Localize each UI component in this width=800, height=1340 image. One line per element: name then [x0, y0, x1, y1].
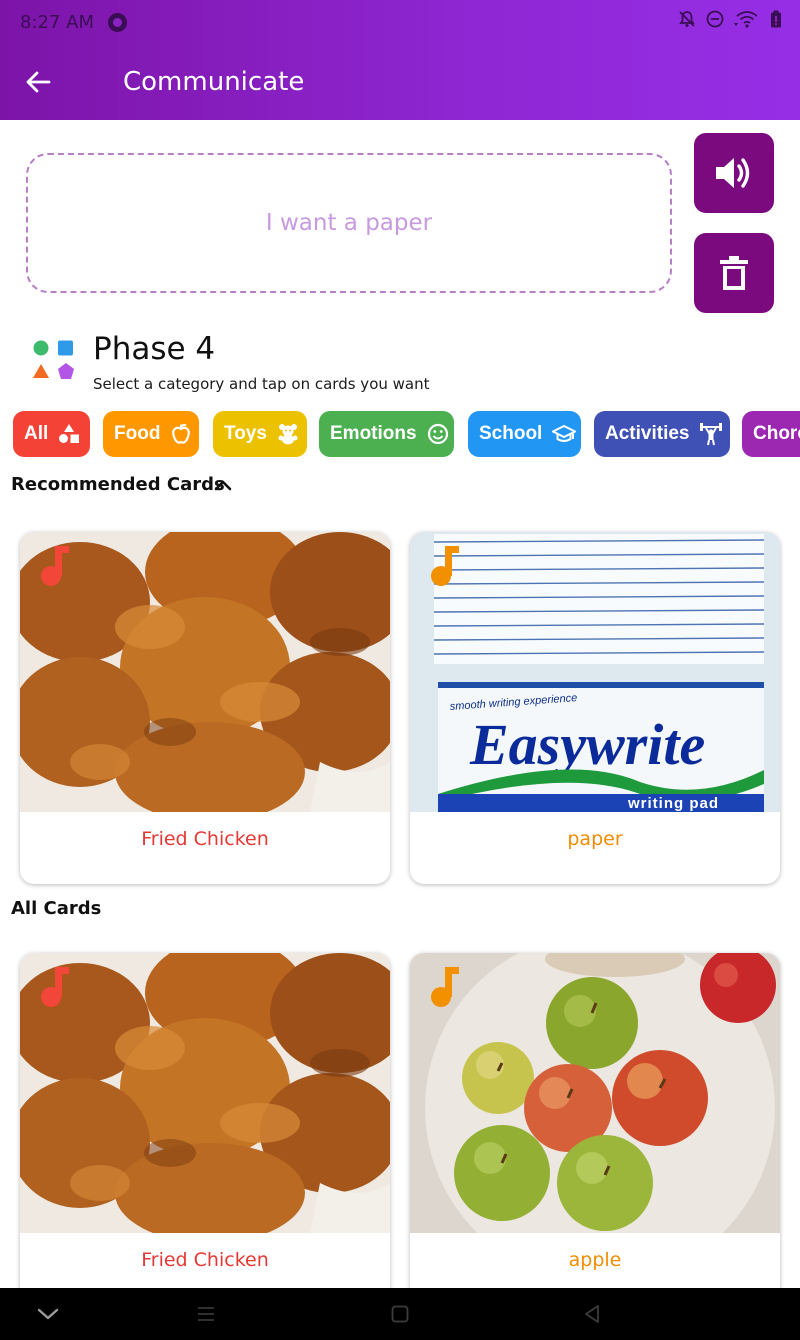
category-chips: All Food Toys Emotions School Activities… — [0, 411, 800, 459]
card-label: apple — [568, 1249, 622, 1271]
category-chip-emotions[interactable]: Emotions — [319, 411, 454, 457]
triangle-back-icon — [585, 1305, 599, 1323]
card-paper[interactable]: smooth writing experience Easywrite writ… — [410, 532, 780, 884]
phase-title: Phase 4 — [93, 331, 216, 367]
music-note-icon — [431, 546, 459, 586]
all-cards-section-title: All Cards — [11, 898, 102, 919]
chip-label: Toys — [224, 423, 267, 444]
card-label: Fried Chicken — [141, 1249, 269, 1271]
speak-button[interactable] — [694, 133, 774, 213]
wifi-icon — [734, 11, 758, 28]
page-title: Communicate — [123, 67, 305, 97]
speaker-icon — [716, 158, 750, 188]
chip-label: Emotions — [330, 423, 417, 444]
category-chip-school[interactable]: School — [468, 411, 581, 457]
menu-lines-icon — [198, 1307, 214, 1321]
shapes-logo-icon — [33, 340, 74, 379]
smiley-icon — [427, 423, 448, 445]
card-label: Fried Chicken — [141, 828, 269, 850]
teddy-bear-icon — [278, 424, 298, 445]
writing-pad-photo: smooth writing experience Easywrite writ… — [410, 532, 780, 812]
chip-label: All — [24, 423, 49, 444]
nav-home-button[interactable] — [386, 1300, 414, 1328]
collapse-recommended-button[interactable] — [210, 474, 236, 496]
trash-icon — [720, 256, 748, 290]
chip-label: Food — [114, 423, 161, 444]
music-note-icon — [41, 546, 69, 586]
nav-collapse-button[interactable] — [34, 1300, 62, 1328]
apples-photo — [410, 953, 780, 1233]
card-apple[interactable]: apple — [410, 953, 780, 1305]
weightlifter-icon — [700, 423, 723, 446]
category-chip-toys[interactable]: Toys — [213, 411, 307, 457]
pad-product: writing pad — [627, 795, 719, 812]
recommended-section-title: Recommended Cards — [11, 474, 225, 495]
category-chip-activities[interactable]: Activities — [594, 411, 730, 457]
category-chip-food[interactable]: Food — [103, 411, 199, 457]
sentence-strip[interactable]: I want a paper — [26, 153, 672, 293]
arrow-left-icon — [26, 71, 51, 93]
graduation-cap-icon — [552, 424, 577, 442]
sentence-text: I want a paper — [265, 210, 433, 236]
nav-back-button[interactable] — [578, 1300, 606, 1328]
communicate-screen: 8:27 AM Communicate I want a paper Phase… — [0, 0, 800, 1340]
app-bar: 8:27 AM Communicate — [0, 0, 800, 120]
chevron-down-icon — [37, 1308, 59, 1320]
shapes-icon — [59, 424, 80, 443]
card-fried-chicken[interactable]: Fried Chicken — [20, 953, 390, 1305]
battery-icon — [771, 10, 781, 28]
fried-chicken-photo — [20, 532, 390, 812]
do-not-disturb-icon — [706, 10, 724, 28]
music-note-icon — [41, 967, 69, 1007]
square-home-icon — [391, 1305, 409, 1323]
card-fried-chicken[interactable]: Fried Chicken — [20, 532, 390, 884]
apple-icon — [172, 423, 191, 444]
pad-brand: Easywrite — [469, 712, 705, 777]
clear-sentence-button[interactable] — [694, 233, 774, 313]
category-chip-all[interactable]: All — [13, 411, 90, 457]
app-notification-icon — [108, 13, 127, 32]
nav-recents-button[interactable] — [192, 1300, 220, 1328]
notifications-off-icon — [679, 11, 695, 27]
phase-subtitle: Select a category and tap on cards you w… — [93, 375, 430, 393]
system-nav-bar — [0, 1288, 800, 1340]
category-chip-chore[interactable]: Chore — [742, 411, 800, 457]
back-button[interactable] — [18, 62, 58, 102]
chip-label: Chore — [753, 423, 800, 444]
fried-chicken-photo — [20, 953, 390, 1233]
card-label: paper — [567, 828, 623, 850]
chip-label: School — [479, 423, 543, 444]
chevron-up-icon — [214, 480, 232, 491]
status-time: 8:27 AM — [20, 12, 94, 33]
status-icons — [678, 10, 782, 28]
music-note-icon — [431, 967, 459, 1007]
chip-label: Activities — [605, 423, 690, 444]
